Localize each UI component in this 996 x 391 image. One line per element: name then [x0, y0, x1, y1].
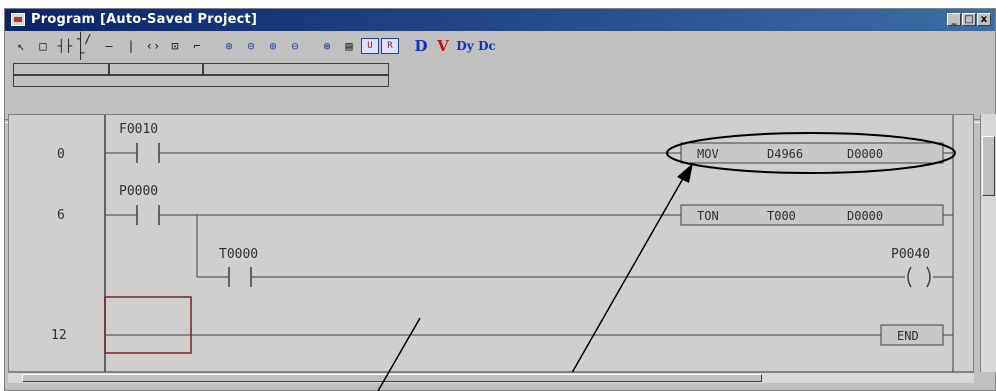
horizontal-scroll-thumb[interactable]	[22, 374, 762, 382]
step-number: 0	[57, 147, 65, 162]
app-icon	[11, 13, 25, 26]
ladder-diagram: 0 6 12 F0010 MOV D4966 D0000 P0000 TON T…	[51, 115, 956, 386]
device-d-icon[interactable]: D	[411, 36, 431, 56]
instruction-arg: D0000	[847, 147, 883, 161]
branch-icon[interactable]: ⌐	[187, 36, 207, 56]
minimize-button[interactable]: _	[947, 13, 961, 26]
vertical-scrollbar[interactable]	[980, 114, 996, 372]
coil-p0040	[907, 266, 912, 288]
device-dy-icon[interactable]: Dy	[455, 36, 475, 56]
ladder-editor[interactable]: 0 6 12 F0010 MOV D4966 D0000 P0000 TON T…	[8, 114, 974, 386]
zoom-out-icon[interactable]: ⊖	[241, 36, 261, 56]
zoom-out-alt-icon[interactable]: ⊖	[285, 36, 305, 56]
horizontal-scrollbar[interactable]	[8, 372, 974, 383]
contact-label: T0000	[219, 247, 258, 262]
toolbar-separator	[209, 36, 217, 56]
variable-v-icon[interactable]: V	[433, 36, 453, 56]
monitor-u-icon[interactable]: U	[361, 38, 379, 54]
list-icon[interactable]: ▤	[339, 36, 359, 56]
function-block-icon[interactable]: ⊡	[165, 36, 185, 56]
step-field[interactable]	[13, 63, 109, 75]
nc-contact-icon[interactable]: ┤/├	[77, 32, 97, 60]
mov-instruction-box	[680, 142, 944, 164]
coil-label: P0040	[891, 247, 930, 262]
instruction-op: END	[897, 329, 919, 343]
instruction-op: MOV	[697, 147, 719, 161]
ladder-toolbar: ↖ □ ┤├ ┤/├ — | ‹› ⊡ ⌐ ⊕ ⊖ ⊕ ⊖ ⊛ ▤ U R D …	[11, 32, 497, 60]
pointer-icon[interactable]: ↖	[11, 36, 31, 56]
close-button[interactable]: x	[977, 13, 991, 26]
no-contact-icon[interactable]: ┤├	[55, 36, 75, 56]
device-field[interactable]	[109, 63, 203, 75]
maximize-button[interactable]: □	[962, 13, 976, 26]
device-dc-icon[interactable]: Dc	[477, 36, 497, 56]
window-title: Program [Auto-Saved Project]	[31, 12, 258, 27]
annotation-arrow-head	[677, 163, 693, 183]
zoom-in-alt-icon[interactable]: ⊕	[263, 36, 283, 56]
find-icon[interactable]: ⊛	[317, 36, 337, 56]
contact-label: P0000	[119, 184, 158, 199]
instruction-op: TON	[697, 209, 719, 223]
contact-label: F0010	[119, 122, 158, 137]
toolbar-separator	[401, 36, 409, 56]
toolbar-separator	[307, 36, 315, 56]
rect-select-icon[interactable]: □	[33, 36, 53, 56]
monitor-r-icon[interactable]: R	[381, 38, 399, 54]
instruction-arg: T000	[767, 209, 796, 223]
cursor-box	[104, 296, 192, 354]
coil-icon[interactable]: ‹›	[143, 36, 163, 56]
edit-fields	[13, 63, 389, 113]
annotation-arrow-line	[564, 174, 686, 386]
description-field[interactable]	[13, 75, 389, 87]
step-number: 12	[51, 328, 67, 343]
horizontal-line-icon[interactable]: —	[99, 36, 119, 56]
vertical-scroll-thumb[interactable]	[982, 136, 995, 196]
comment-field[interactable]	[203, 63, 389, 75]
vertical-line-icon[interactable]: |	[121, 36, 141, 56]
step-number: 6	[57, 208, 65, 223]
instruction-arg: D4966	[767, 147, 803, 161]
zoom-in-icon[interactable]: ⊕	[219, 36, 239, 56]
title-bar[interactable]: Program [Auto-Saved Project] _ □ x	[5, 9, 995, 31]
instruction-arg: D0000	[847, 209, 883, 223]
ton-instruction-box	[680, 204, 944, 226]
